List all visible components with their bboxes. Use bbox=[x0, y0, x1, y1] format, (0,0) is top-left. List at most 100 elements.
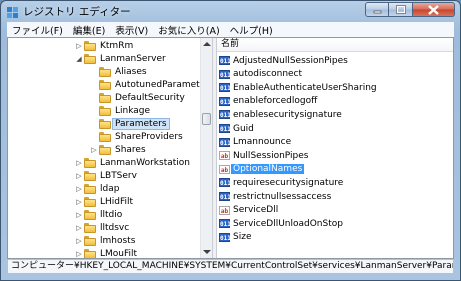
menu-help[interactable]: ヘルプ(H) bbox=[225, 23, 278, 37]
value-name: EnableAuthenticateUserSharing bbox=[233, 82, 377, 93]
folder-icon bbox=[84, 222, 96, 233]
tree-item[interactable]: DefaultSecurity bbox=[89, 91, 185, 104]
menu-file[interactable]: ファイル(F) bbox=[7, 23, 68, 37]
folder-icon bbox=[84, 235, 96, 246]
maximize-button[interactable] bbox=[389, 2, 413, 17]
key-tree[interactable]: ▷ KtmRm ◢ LanmanServer Aliases AutotunedParam… bbox=[8, 38, 211, 258]
tree-item-label: ShareProviders bbox=[115, 131, 183, 142]
expand-arrow-icon[interactable]: ▷ bbox=[74, 42, 84, 50]
expand-arrow-icon[interactable]: ▷ bbox=[74, 237, 84, 245]
binary-value-icon: 011 bbox=[219, 192, 231, 201]
close-button[interactable] bbox=[413, 2, 455, 17]
tree-item[interactable]: ShareProviders bbox=[89, 130, 183, 143]
menu-edit[interactable]: 編集(E) bbox=[68, 23, 110, 37]
status-bar: コンピューター¥HKEY_LOCAL_MACHINE¥SYSTEM¥Curren… bbox=[7, 259, 454, 274]
value-name: Lmannounce bbox=[233, 137, 292, 148]
string-value-icon: ab bbox=[219, 205, 230, 215]
binary-value-icon: 011 bbox=[219, 219, 231, 229]
tree-item[interactable]: ◢ LanmanServer bbox=[74, 52, 166, 65]
minimize-button[interactable] bbox=[365, 2, 389, 17]
value-row[interactable]: 011 AdjustedNullSessionPipes bbox=[219, 54, 348, 67]
binary-value-icon: 011 bbox=[219, 124, 231, 133]
expand-arrow-icon[interactable]: ▷ bbox=[74, 198, 84, 206]
tree-item[interactable]: ▷ LBTServ bbox=[74, 169, 137, 182]
caption-buttons bbox=[365, 2, 455, 18]
expand-arrow-icon[interactable]: ▷ bbox=[74, 172, 84, 180]
value-row[interactable]: ab OptionalNames bbox=[219, 163, 305, 176]
value-row[interactable]: 011 autodisconnect bbox=[219, 68, 302, 81]
tree-item[interactable]: ▷ LanmanWorkstation bbox=[74, 156, 190, 169]
value-row[interactable]: 011 Guid bbox=[219, 122, 254, 135]
binary-value-icon: 011 bbox=[219, 178, 231, 188]
menu-view[interactable]: 表示(V) bbox=[110, 23, 153, 37]
binary-value-icon: 011 bbox=[219, 137, 231, 147]
expand-arrow-icon[interactable]: ▷ bbox=[74, 224, 84, 232]
tree-item[interactable]: ▷ lltdsvc bbox=[74, 221, 129, 234]
tree-item-label: ldap bbox=[100, 183, 120, 194]
expand-arrow-icon[interactable]: ▷ bbox=[74, 159, 84, 167]
tree-item[interactable]: ▷ ldap bbox=[74, 182, 119, 195]
tree-item-label: LMouFilt bbox=[100, 248, 138, 259]
value-name: NullSessionPipes bbox=[233, 150, 309, 161]
tree-item-label: lmhosts bbox=[100, 235, 136, 246]
tree-scrollbar[interactable] bbox=[200, 38, 212, 258]
scroll-thumb[interactable] bbox=[202, 113, 211, 125]
tree-item[interactable]: ▷ KtmRm bbox=[74, 39, 133, 52]
tree-item-label: Parameters bbox=[112, 117, 170, 130]
tree-item-label: KtmRm bbox=[100, 40, 134, 51]
tree-item-label: LBTServ bbox=[100, 170, 137, 181]
expand-arrow-icon[interactable]: ▷ bbox=[89, 146, 99, 154]
column-header-name[interactable]: 名前 bbox=[217, 38, 453, 52]
registry-icon bbox=[6, 4, 19, 18]
binary-value-icon: 011 bbox=[219, 83, 231, 93]
tree-item[interactable]: ▷ LMouFilt bbox=[74, 247, 137, 258]
expand-arrow-icon[interactable]: ▷ bbox=[74, 250, 84, 258]
tree-item-label: Shares bbox=[115, 144, 146, 155]
tree-item[interactable]: AutotunedParameters bbox=[89, 78, 211, 91]
menu-bar: ファイル(F) 編集(E) 表示(V) お気に入り(A) ヘルプ(H) bbox=[7, 22, 454, 38]
folder-icon bbox=[84, 40, 96, 51]
registry-editor-window: レジストリ エディター ファイル(F) 編集(E) 表示(V) お気に入り(A)… bbox=[0, 0, 461, 281]
value-row[interactable]: 011 enableforcedlogoff bbox=[219, 95, 317, 108]
expand-arrow-icon[interactable]: ▷ bbox=[74, 185, 84, 193]
value-row[interactable]: 011 restrictnullsessaccess bbox=[219, 190, 331, 203]
tree-item-label: LanmanServer bbox=[100, 53, 166, 64]
value-row[interactable]: 011 requiresecuritysignature bbox=[219, 176, 343, 189]
value-row[interactable]: 011 EnableAuthenticateUserSharing bbox=[219, 81, 377, 94]
value-row[interactable]: 011 Size bbox=[219, 231, 251, 244]
folder-icon bbox=[84, 53, 96, 64]
menu-favorites[interactable]: お気に入り(A) bbox=[153, 23, 224, 37]
scroll-down-icon[interactable] bbox=[203, 250, 211, 254]
window-title: レジストリ エディター bbox=[23, 6, 131, 18]
value-name: enableforcedlogoff bbox=[233, 96, 318, 107]
folder-icon bbox=[99, 92, 111, 103]
tree-item[interactable]: ▷ lltdio bbox=[74, 208, 122, 221]
tree-item[interactable]: ▷ lmhosts bbox=[74, 234, 135, 247]
value-row[interactable]: ab NullSessionPipes bbox=[219, 149, 308, 162]
folder-icon bbox=[84, 157, 96, 168]
binary-value-icon: 011 bbox=[219, 110, 231, 120]
values-list[interactable]: 名前 011 AdjustedNullSessionPipes 011 autodis… bbox=[217, 38, 453, 258]
binary-value-icon: 011 bbox=[219, 69, 231, 79]
close-icon bbox=[428, 4, 439, 15]
tree-item[interactable]: Parameters bbox=[89, 117, 170, 130]
binary-value-icon: 011 bbox=[219, 232, 231, 242]
expand-arrow-icon[interactable]: ◢ bbox=[74, 55, 84, 63]
tree-item-label: Linkage bbox=[115, 105, 151, 116]
scroll-up-icon[interactable] bbox=[203, 42, 211, 46]
tree-item[interactable]: ▷ LHidFilt bbox=[74, 195, 133, 208]
value-name: ServiceDll bbox=[233, 205, 279, 216]
folder-icon bbox=[99, 118, 111, 129]
value-row[interactable]: 011 ServiceDllUnloadOnStop bbox=[219, 217, 343, 230]
expand-arrow-icon[interactable]: ▷ bbox=[74, 211, 84, 219]
value-row[interactable]: ab ServiceDll bbox=[219, 204, 278, 217]
tree-item[interactable]: ▷ Shares bbox=[89, 143, 146, 156]
tree-item[interactable]: Linkage bbox=[89, 104, 150, 117]
value-row[interactable]: 011 Lmannounce bbox=[219, 136, 291, 149]
value-row[interactable]: 011 enablesecuritysignature bbox=[219, 108, 342, 121]
title-bar[interactable]: レジストリ エディター bbox=[1, 1, 460, 21]
tree-item-label: LanmanWorkstation bbox=[100, 157, 190, 168]
string-value-icon: ab bbox=[219, 164, 230, 174]
minimize-icon bbox=[373, 10, 381, 14]
tree-item[interactable]: Aliases bbox=[89, 65, 147, 78]
